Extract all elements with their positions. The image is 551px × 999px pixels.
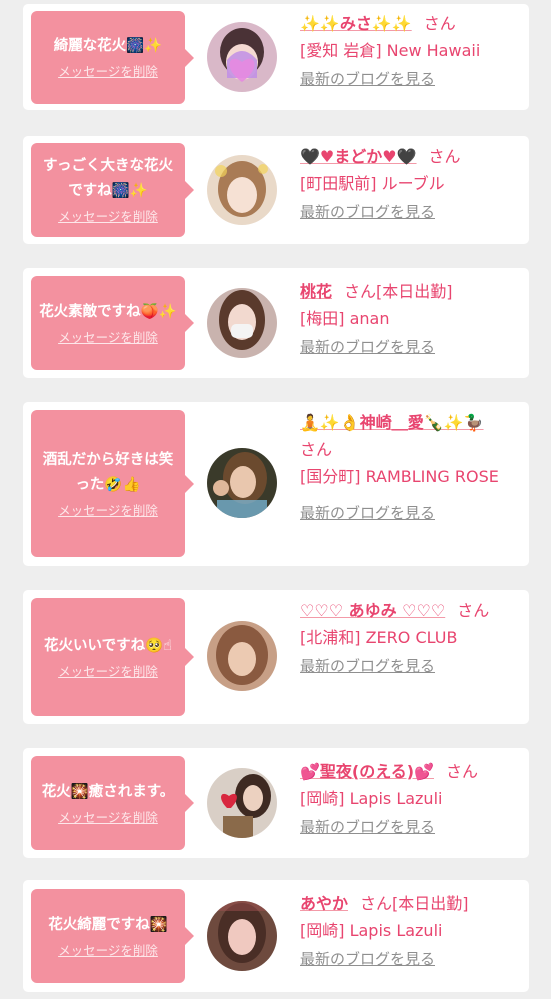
- message-text: 綺麗な花火🎆✨: [53, 38, 163, 54]
- shop-info: [岡崎] Lapis Lazuli: [300, 789, 443, 808]
- message-bubble: 酒乱だから好きは笑った🤣👍 メッセージを削除: [31, 410, 194, 557]
- cast-name-link[interactable]: 💕聖夜(のえる)💕: [300, 762, 434, 781]
- delete-message-link[interactable]: メッセージを削除: [58, 942, 158, 960]
- latest-blog-link[interactable]: 最新のブログを見る: [300, 68, 435, 90]
- message-bubble: 花火🎇癒されます。 メッセージを削除: [31, 756, 194, 850]
- avatar[interactable]: [207, 448, 277, 518]
- message-bubble: すっごく大きな花火ですね🎆✨ メッセージを削除: [31, 143, 194, 237]
- cast-name-link[interactable]: ♡♡♡ あゆみ ♡♡♡: [300, 601, 445, 620]
- delete-message-link[interactable]: メッセージを削除: [58, 208, 158, 226]
- status-badge: [本日出勤]: [376, 282, 453, 301]
- shop-info: [愛知 岩倉] New Hawaii: [300, 41, 481, 60]
- shop-info: [北浦和] ZERO CLUB: [300, 628, 458, 647]
- latest-blog-link[interactable]: 最新のブログを見る: [300, 948, 435, 970]
- shop-info: [国分町] RAMBLING ROSE: [300, 467, 499, 486]
- avatar[interactable]: [207, 22, 277, 92]
- cast-name-link[interactable]: 🖤♥まどか♥🖤: [300, 147, 417, 166]
- honorific: さん: [428, 147, 461, 166]
- message-bubble: 綺麗な花火🎆✨ メッセージを削除: [31, 11, 194, 104]
- honorific: さん: [344, 282, 377, 301]
- cast-name-link[interactable]: 桃花: [300, 282, 332, 301]
- avatar[interactable]: [207, 288, 277, 358]
- message-bubble: 花火綺麗ですね🎇 メッセージを削除: [31, 889, 194, 983]
- cast-name-link[interactable]: 🧘✨👌神崎＿愛🍾✨🦆: [300, 413, 484, 432]
- message-text: 花火素敵ですね🍑✨: [39, 303, 177, 320]
- message-bubble: 花火いいですね🥺☝ メッセージを削除: [31, 598, 194, 716]
- honorific: さん: [457, 601, 490, 620]
- message-card: 花火いいですね🥺☝ メッセージを削除 ♡♡♡ あゆみ ♡♡♡ さん [北浦和] Z…: [23, 590, 529, 724]
- shop-info: [岡崎] Lapis Lazuli: [300, 921, 443, 940]
- message-bubble: 花火素敵ですね🍑✨ メッセージを削除: [31, 276, 194, 370]
- honorific: さん: [360, 894, 393, 913]
- status-badge: [本日出勤]: [392, 894, 469, 913]
- honorific: さん: [300, 440, 333, 459]
- message-card: 綺麗な花火🎆✨ メッセージを削除 ✨✨みさ✨✨ さん [愛知 岩倉] New Ha…: [23, 4, 529, 110]
- latest-blog-link[interactable]: 最新のブログを見る: [300, 816, 435, 838]
- avatar[interactable]: [207, 621, 277, 691]
- latest-blog-link[interactable]: 最新のブログを見る: [300, 655, 435, 677]
- avatar[interactable]: [207, 155, 277, 225]
- delete-message-link[interactable]: メッセージを削除: [58, 663, 158, 681]
- message-text: すっごく大きな花火ですね🎆✨: [43, 158, 173, 199]
- cast-name-link[interactable]: ✨✨みさ✨✨: [300, 14, 412, 33]
- latest-blog-link[interactable]: 最新のブログを見る: [300, 201, 435, 223]
- cast-name-link[interactable]: あやか: [300, 894, 348, 913]
- message-text: 花火綺麗ですね🎇: [48, 916, 168, 933]
- message-card: 花火素敵ですね🍑✨ メッセージを削除 桃花 さん[本日出勤] [梅田] anan …: [23, 268, 529, 378]
- message-text: 花火いいですね🥺☝: [44, 637, 172, 654]
- delete-message-link[interactable]: メッセージを削除: [58, 502, 158, 520]
- message-card: 花火🎇癒されます。 メッセージを削除 💕聖夜(のえる)💕 さん [岡崎] Lapi…: [23, 748, 529, 858]
- message-text: 酒乱だから好きは笑った🤣👍: [42, 451, 174, 493]
- delete-message-link[interactable]: メッセージを削除: [58, 329, 158, 347]
- latest-blog-link[interactable]: 最新のブログを見る: [300, 336, 435, 358]
- avatar[interactable]: [207, 768, 277, 838]
- message-text: 花火🎇癒されます。: [41, 783, 175, 800]
- honorific: さん: [446, 762, 479, 781]
- shop-info: [町田駅前] ルーブル: [300, 174, 445, 193]
- delete-message-link[interactable]: メッセージを削除: [58, 809, 158, 827]
- message-card: 酒乱だから好きは笑った🤣👍 メッセージを削除 🧘✨👌神崎＿愛🍾✨🦆 さん [国分…: [23, 402, 529, 566]
- shop-info: [梅田] anan: [300, 309, 390, 328]
- message-card: すっごく大きな花火ですね🎆✨ メッセージを削除 🖤♥まどか♥🖤 さん [町田駅前]…: [23, 136, 529, 244]
- latest-blog-link[interactable]: 最新のブログを見る: [300, 502, 435, 524]
- honorific: さん: [423, 14, 456, 33]
- avatar[interactable]: [207, 901, 277, 971]
- message-card: 花火綺麗ですね🎇 メッセージを削除 あやか さん[本日出勤] [岡崎] Lapis…: [23, 880, 529, 992]
- delete-message-link[interactable]: メッセージを削除: [58, 63, 158, 81]
